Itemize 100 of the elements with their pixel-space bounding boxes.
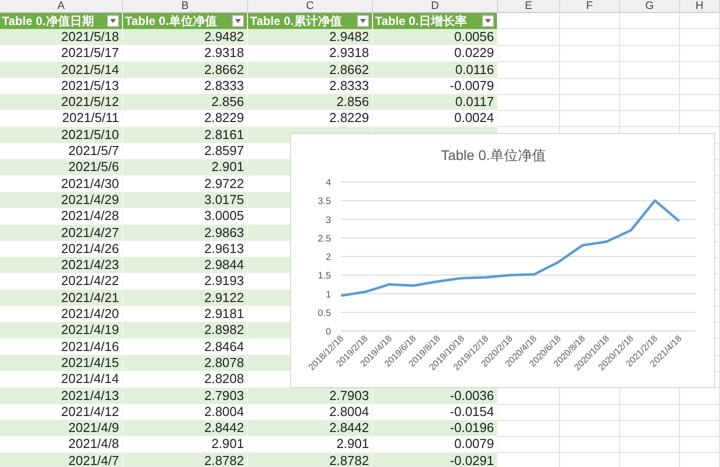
table-cell: 2021/5/14	[0, 62, 123, 79]
table-cell: 2021/4/14	[0, 371, 123, 388]
table-cell: -0.0196	[373, 420, 498, 438]
empty-cell	[680, 29, 720, 46]
table-cell: 0.0117	[373, 94, 498, 112]
y-tick-label: 3	[326, 214, 331, 226]
empty-cell	[560, 404, 620, 421]
filter-dropdown-button[interactable]	[482, 15, 494, 27]
column-header[interactable]: H	[680, 0, 720, 13]
header-label: Table 0.净值日期	[2, 13, 94, 29]
table-cell: 0.0229	[373, 45, 498, 62]
empty-cell	[680, 45, 720, 62]
table-cell: 2.9482	[248, 29, 373, 46]
table-cell: 2021/4/7	[0, 452, 123, 467]
table-cell: 2021/4/15	[0, 354, 123, 372]
table-cell: 2021/4/29	[0, 192, 123, 209]
column-header[interactable]: E	[498, 0, 560, 13]
table-cell: 2.9181	[123, 306, 248, 324]
table-cell: 2.8208	[123, 371, 248, 388]
table-cell: -0.0036	[373, 388, 498, 405]
table-cell: 0.0056	[373, 29, 498, 46]
header-label: Table 0.单位净值	[125, 13, 217, 29]
y-tick-label: 1	[326, 289, 331, 300]
table-cell: 2.9318	[248, 45, 373, 62]
table-cell: 2.9613	[123, 240, 248, 258]
table-cell: 2.7903	[123, 388, 248, 405]
header-label: Table 0.累计净值	[250, 13, 342, 29]
table-cell: 2.9318	[123, 45, 248, 62]
table-cell: 2021/5/18	[0, 29, 123, 46]
empty-cell	[680, 62, 720, 79]
table-cell: 2.8078	[123, 354, 248, 372]
column-header[interactable]: F	[560, 0, 620, 13]
table-cell: 2.856	[123, 94, 248, 112]
y-tick-label: 0.5	[318, 308, 331, 319]
table-cell: 2.8662	[123, 62, 248, 79]
table-cell: 2.9482	[123, 29, 248, 46]
table-cell: 0.0079	[373, 436, 498, 454]
table-cell: 2.856	[248, 94, 373, 112]
table-cell: 2021/4/13	[0, 388, 123, 405]
chart-title: Table 0.单位净值	[440, 147, 546, 163]
empty-cell	[620, 45, 680, 62]
empty-cell	[680, 110, 720, 128]
table-cell: 2.8442	[123, 420, 248, 438]
empty-cell	[680, 13, 720, 29]
filter-dropdown-button[interactable]	[107, 15, 119, 27]
table-cell: 2021/4/8	[0, 436, 123, 454]
y-tick-label: 1.5	[318, 270, 331, 282]
empty-cell	[560, 62, 620, 79]
empty-cell	[680, 436, 720, 454]
y-tick-label: 2.5	[318, 233, 331, 244]
table-cell: 2.9122	[123, 290, 248, 307]
filter-dropdown-button[interactable]	[357, 15, 369, 27]
table-cell: -0.0291	[373, 452, 498, 467]
y-tick-label: 0	[326, 326, 331, 338]
table-cell: 2.901	[123, 159, 248, 176]
table-cell: 2.9844	[123, 257, 248, 274]
empty-cell	[680, 78, 720, 95]
table-cell: 2.7903	[248, 388, 373, 405]
table-cell: 0.0024	[373, 110, 498, 128]
table-cell: 2.8229	[248, 110, 373, 128]
table-cell: 2021/4/28	[0, 208, 123, 226]
table-cell: 2021/4/12	[0, 404, 123, 421]
empty-cell	[620, 94, 680, 112]
table-cell: -0.0154	[373, 404, 498, 421]
column-header[interactable]: G	[620, 0, 680, 13]
table-cell: 2021/4/19	[0, 322, 123, 340]
table-cell: 2021/5/6	[0, 159, 123, 176]
empty-cell	[560, 420, 620, 438]
table-cell: 2021/4/22	[0, 273, 123, 290]
empty-cell	[620, 436, 680, 454]
table-cell: 2.9193	[123, 273, 248, 290]
table-cell: 2.8597	[123, 143, 248, 160]
table-cell: 2.901	[248, 436, 373, 454]
table-cell: 2021/5/12	[0, 94, 123, 112]
table-cell: 2021/4/21	[0, 290, 123, 307]
table-cell: 2.8004	[123, 404, 248, 421]
table-cell: 2021/5/13	[0, 78, 123, 95]
table-cell: 2.8161	[123, 126, 248, 144]
empty-cell	[560, 45, 620, 62]
table-cell: 2021/5/10	[0, 126, 123, 144]
empty-cell	[620, 78, 680, 95]
y-tick-label: 3.5	[318, 196, 331, 208]
table-cell: 2.9863	[123, 224, 248, 242]
caret-down-icon	[360, 19, 366, 23]
table-cell: 2.8004	[248, 404, 373, 421]
table-cell: 2021/5/11	[0, 110, 123, 128]
table-cell: 2021/5/17	[0, 45, 123, 62]
empty-cell	[680, 94, 720, 112]
empty-cell	[620, 62, 680, 79]
empty-cell	[560, 13, 620, 29]
table-cell: 2.8782	[123, 452, 248, 467]
table-cell: 2.8333	[123, 78, 248, 95]
filter-dropdown-button[interactable]	[232, 15, 244, 27]
table-cell: 2021/4/23	[0, 257, 123, 274]
table-cell: 2.8229	[123, 110, 248, 128]
caret-down-icon	[110, 19, 116, 23]
table-cell: 3.0005	[123, 208, 248, 226]
empty-cell	[560, 29, 620, 46]
empty-cell	[620, 404, 680, 421]
empty-cell	[560, 94, 620, 112]
